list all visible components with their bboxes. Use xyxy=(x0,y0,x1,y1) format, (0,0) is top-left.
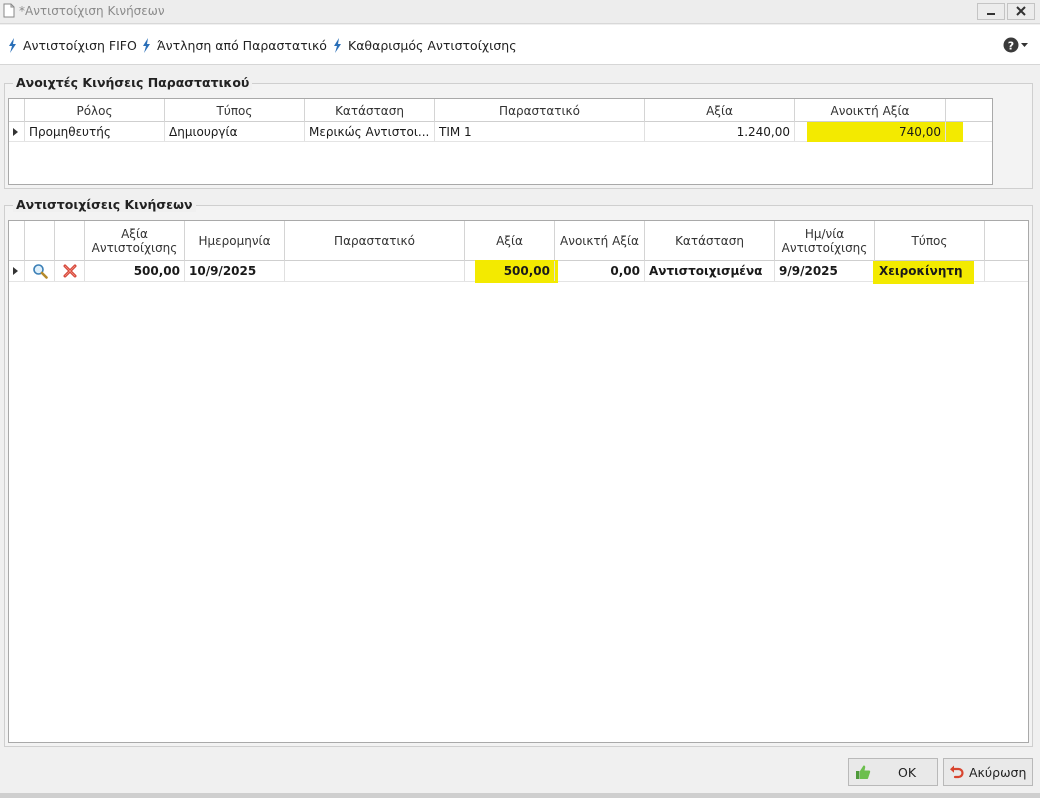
column-header-open-value[interactable]: Ανοικτή Αξία xyxy=(555,221,645,261)
cell-type[interactable]: Δημιουργία xyxy=(165,122,305,141)
cell-date[interactable]: 10/9/2025 xyxy=(185,261,285,281)
lightning-icon xyxy=(334,37,341,53)
matches-group: Αντιστοιχίσεις Κινήσεων Αξία Αντιστοίχισ… xyxy=(4,197,1033,747)
clear-matching-button[interactable]: Καθαρισμός Αντιστοίχισης xyxy=(333,37,517,53)
matches-grid[interactable]: Αξία Αντιστοίχισης Ημερομηνία Παραστατικ… xyxy=(8,220,1029,743)
column-header-match-value[interactable]: Αξία Αντιστοίχισης xyxy=(85,221,185,261)
cell-document[interactable]: ΤΙΜ 1 xyxy=(435,122,645,141)
column-header-status[interactable]: Κατάσταση xyxy=(645,221,775,261)
header-delete-cell xyxy=(55,221,85,261)
toolbar: Αντιστοίχιση FIFO Άντληση από Παραστατικ… xyxy=(0,25,1040,65)
ok-button[interactable]: OK xyxy=(848,758,938,786)
document-icon xyxy=(3,3,15,18)
fifo-match-label: Αντιστοίχιση FIFO xyxy=(23,37,137,53)
cancel-label: Ακύρωση xyxy=(969,764,1027,780)
close-icon xyxy=(1016,5,1026,19)
cancel-button[interactable]: Ακύρωση xyxy=(943,758,1033,786)
window-title: *Αντιστοίχιση Κινήσεων xyxy=(19,4,165,18)
matches-header: Αξία Αντιστοίχισης Ημερομηνία Παραστατικ… xyxy=(9,221,1028,261)
cell-match-date[interactable]: 9/9/2025 xyxy=(775,261,875,281)
cell-document[interactable] xyxy=(285,261,465,281)
row-indicator-icon xyxy=(13,267,18,275)
cell-type[interactable]: Χειροκίνητη xyxy=(875,261,985,281)
view-match-button[interactable] xyxy=(25,261,55,281)
cell-match-value[interactable]: 500,00 xyxy=(85,261,185,281)
fetch-from-document-label: Άντληση από Παραστατικό xyxy=(157,37,327,53)
open-movements-group: Ανοιχτές Κινήσεις Παραστατικού Ρόλος Τύπ… xyxy=(4,75,1033,189)
cell-value[interactable]: 500,00 xyxy=(465,261,555,281)
undo-icon xyxy=(950,765,964,779)
header-view-cell xyxy=(25,221,55,261)
delete-match-button[interactable] xyxy=(55,261,85,281)
column-header-type[interactable]: Τύπος xyxy=(875,221,985,261)
svg-text:?: ? xyxy=(1008,40,1014,53)
dialog-footer: OK Ακύρωση xyxy=(0,752,1040,798)
lightning-icon xyxy=(9,37,16,53)
column-header-document[interactable]: Παραστατικό xyxy=(285,221,465,261)
ok-label: OK xyxy=(898,764,917,780)
open-movements-grid[interactable]: Ρόλος Τύπος Κατάσταση Παραστατικό Αξία Α… xyxy=(8,98,993,185)
cell-status[interactable]: Αντιστοιχισμένα xyxy=(645,261,775,281)
matches-title: Αντιστοιχίσεις Κινήσεων xyxy=(13,197,196,212)
delete-x-icon xyxy=(63,264,76,278)
chevron-down-icon xyxy=(1021,42,1028,47)
title-bar: *Αντιστοίχιση Κινήσεων xyxy=(0,0,1040,24)
minimize-icon xyxy=(986,5,996,19)
open-movements-title: Ανοιχτές Κινήσεις Παραστατικού xyxy=(13,75,253,90)
column-header-value[interactable]: Αξία xyxy=(645,99,795,122)
column-header-match-date[interactable]: Ημ/νία Αντιστοίχισης xyxy=(775,221,875,261)
header-indicator-cell xyxy=(9,99,25,122)
column-header-date[interactable]: Ημερομηνία xyxy=(185,221,285,261)
row-indicator xyxy=(9,122,25,141)
cell-open-value[interactable]: 740,00 xyxy=(795,122,946,141)
column-header-open-value[interactable]: Ανοικτή Αξία xyxy=(795,99,946,122)
table-row[interactable]: Προμηθευτής Δημιουργία Μερικώς Αντιστοι.… xyxy=(9,122,992,142)
column-header-value[interactable]: Αξία xyxy=(465,221,555,261)
minimize-button[interactable] xyxy=(977,3,1005,20)
bottom-strip xyxy=(0,793,1040,798)
clear-matching-label: Καθαρισμός Αντιστοίχισης xyxy=(348,37,517,53)
magnifier-icon xyxy=(32,264,48,279)
cell-value[interactable]: 1.240,00 xyxy=(645,122,795,141)
fifo-match-button[interactable]: Αντιστοίχιση FIFO xyxy=(8,37,137,53)
help-icon: ? xyxy=(1003,37,1019,53)
column-header-document[interactable]: Παραστατικό xyxy=(435,99,645,122)
cell-role[interactable]: Προμηθευτής xyxy=(25,122,165,141)
row-indicator-icon xyxy=(13,127,18,136)
help-button[interactable]: ? xyxy=(1003,37,1028,53)
cell-open-value[interactable]: 0,00 xyxy=(555,261,645,281)
column-header-status[interactable]: Κατάσταση xyxy=(305,99,435,122)
column-header-role[interactable]: Ρόλος xyxy=(25,99,165,122)
header-indicator-cell xyxy=(9,221,25,261)
close-button[interactable] xyxy=(1007,3,1035,20)
table-row[interactable]: 500,00 10/9/2025 500,00 0,00 Αντιστοιχισ… xyxy=(9,260,1028,284)
thumbs-up-icon xyxy=(856,765,871,779)
column-header-type[interactable]: Τύπος xyxy=(165,99,305,122)
row-indicator xyxy=(9,261,25,281)
cell-status[interactable]: Μερικώς Αντιστοι... xyxy=(305,122,435,141)
lightning-icon xyxy=(143,37,150,53)
fetch-from-document-button[interactable]: Άντληση από Παραστατικό xyxy=(142,37,327,53)
open-movements-header: Ρόλος Τύπος Κατάσταση Παραστατικό Αξία Α… xyxy=(9,99,992,122)
